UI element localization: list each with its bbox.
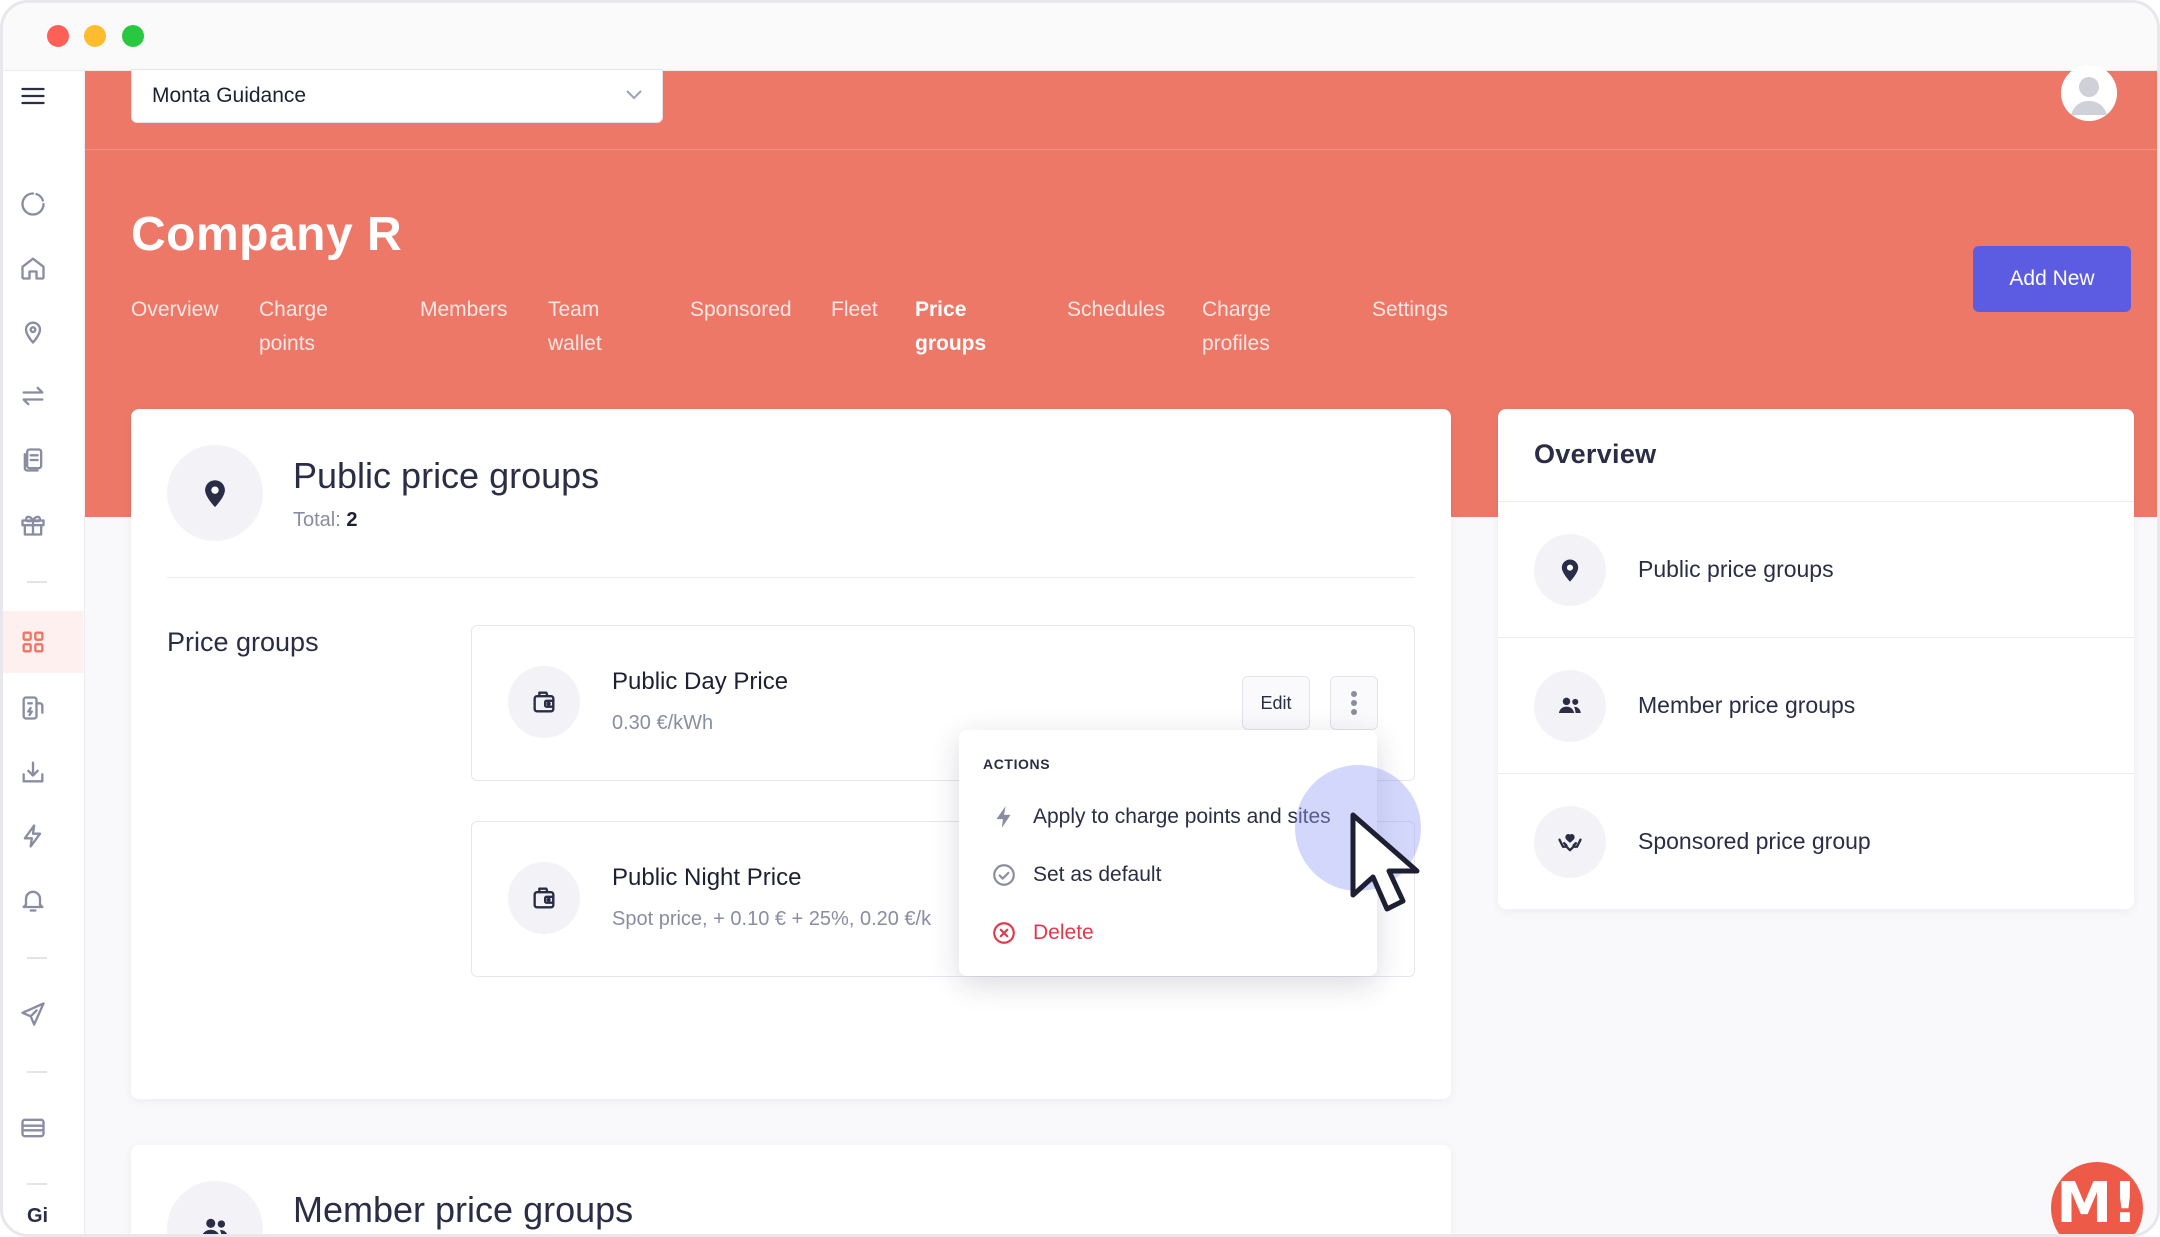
window-titlebar (3, 3, 2157, 71)
lightning-icon[interactable] (16, 819, 50, 853)
gift-icon[interactable] (16, 507, 50, 541)
people-icon (167, 1181, 263, 1234)
browser-window: Gi Monta Guidance Company R Overview Cha… (0, 0, 2160, 1237)
overview-item-label: Public price groups (1638, 556, 1834, 582)
total-value: 2 (346, 509, 358, 531)
section-title: Member price groups (293, 1189, 634, 1230)
maximize-window-button[interactable] (122, 25, 144, 47)
mouse-cursor-icon (1350, 812, 1420, 912)
overview-item-public[interactable]: Public price groups (1498, 501, 2134, 637)
menu-item-label: Delete (1033, 921, 1094, 944)
charger-icon[interactable] (16, 691, 50, 725)
tab-settings[interactable]: Settings (1372, 293, 1448, 327)
price-group-price: Spot price, + 0.10 € + 25%, 0.20 €/k (612, 908, 932, 930)
cards-icon[interactable] (16, 1111, 50, 1145)
check-circle-icon (991, 862, 1017, 888)
wallet-icon (508, 862, 580, 934)
monta-logo[interactable]: M! (2051, 1162, 2143, 1236)
wallet-icon (508, 666, 580, 738)
overview-item-label: Member price groups (1638, 692, 1856, 718)
documents-icon[interactable] (16, 443, 50, 477)
more-options-icon[interactable] (1330, 676, 1378, 730)
hands-heart-icon (1534, 806, 1606, 878)
dashboard-icon[interactable] (16, 187, 50, 221)
sidebar-divider (27, 1071, 47, 1073)
organization-select-value: Monta Guidance (152, 84, 307, 107)
menu-item-label: Set as default (1033, 863, 1162, 886)
sidebar: Gi (3, 71, 85, 1234)
menu-item-label: Apply to charge points and sites (1033, 805, 1331, 828)
header-divider (85, 149, 2157, 150)
price-group-name: Public Day Price (612, 668, 789, 695)
overview-item-member[interactable]: Member price groups (1498, 637, 2134, 773)
organization-select[interactable]: Monta Guidance (131, 69, 663, 123)
tab-schedules[interactable]: Schedules (1067, 293, 1165, 327)
map-pin-icon[interactable] (16, 315, 50, 349)
total-label: Total: (293, 509, 341, 531)
map-pin-icon (167, 445, 263, 541)
home-icon[interactable] (16, 251, 50, 285)
price-group-price: 0.30 €/kWh (612, 712, 714, 734)
member-price-groups-card: Member price groups (131, 1145, 1451, 1234)
minimize-window-button[interactable] (84, 25, 106, 47)
tab-price-groups[interactable]: Price groups (915, 293, 986, 361)
x-circle-icon (991, 920, 1017, 946)
set-as-default-menu-item[interactable]: Set as default (991, 858, 1161, 892)
monta-logo-text: M! (2056, 1170, 2138, 1236)
delete-menu-item[interactable]: Delete (991, 916, 1094, 950)
page-title: Company R (131, 208, 403, 261)
sidebar-divider (27, 1183, 47, 1185)
tab-overview[interactable]: Overview (131, 293, 219, 327)
price-groups-label: Price groups (167, 627, 319, 657)
tab-sponsored[interactable]: Sponsored (690, 293, 792, 327)
people-icon (1534, 670, 1606, 742)
avatar[interactable] (2061, 65, 2117, 121)
tab-charge-profiles[interactable]: Charge profiles (1202, 293, 1271, 361)
apply-to-charge-points-menu-item[interactable]: Apply to charge points and sites (991, 800, 1331, 834)
sidebar-divider (27, 957, 47, 959)
map-pin-icon (1534, 534, 1606, 606)
overview-card: Overview Public price groups Member pric… (1498, 409, 2134, 909)
send-icon[interactable] (16, 997, 50, 1031)
tab-fleet[interactable]: Fleet (831, 293, 878, 327)
menu-icon[interactable] (16, 79, 50, 113)
edit-button[interactable]: Edit (1242, 676, 1310, 730)
sidebar-divider (27, 581, 47, 583)
section-title: Public price groups (293, 455, 600, 496)
add-new-button[interactable]: Add New (1973, 246, 2131, 312)
overview-item-sponsored[interactable]: Sponsored price group (1498, 773, 2134, 909)
lightning-icon (991, 804, 1017, 830)
total-count: Total: 2 (293, 509, 358, 532)
bell-icon[interactable] (16, 883, 50, 917)
sidebar-bottom-label[interactable]: Gi (27, 1205, 48, 1228)
tab-members[interactable]: Members (420, 293, 508, 327)
price-group-name: Public Night Price (612, 864, 802, 891)
overview-item-label: Sponsored price group (1638, 828, 1871, 854)
close-window-button[interactable] (47, 25, 69, 47)
section-divider (167, 577, 1415, 578)
actions-heading: ACTIONS (983, 756, 1051, 772)
download-icon[interactable] (16, 755, 50, 789)
chevron-down-icon (622, 82, 646, 106)
grid-icon[interactable] (16, 625, 50, 659)
tab-team-wallet[interactable]: Team wallet (548, 293, 602, 361)
overview-title: Overview (1534, 439, 1657, 469)
tab-charge-points[interactable]: Charge points (259, 293, 328, 361)
transfer-icon[interactable] (16, 379, 50, 413)
